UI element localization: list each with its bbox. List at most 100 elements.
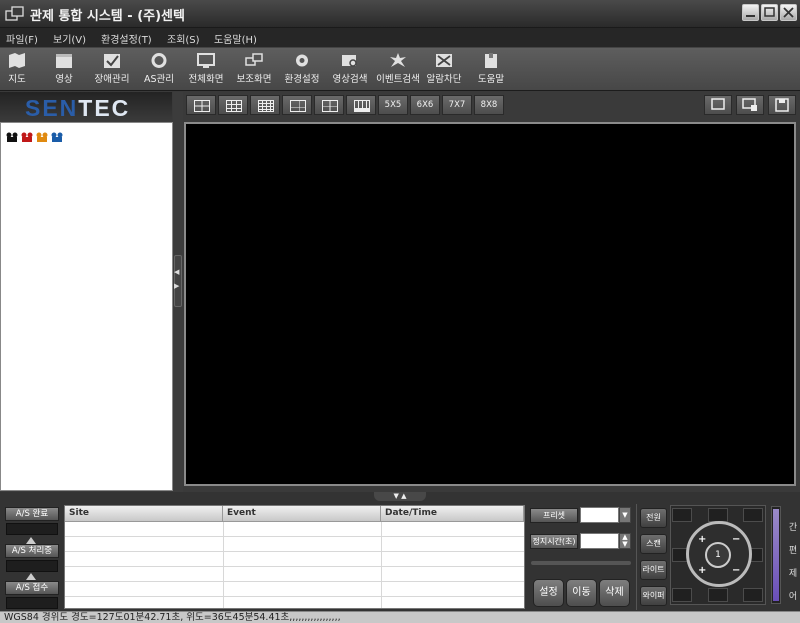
toolbar-fault-button[interactable]: 장애관리: [93, 50, 131, 88]
toolbar-as-button[interactable]: AS관리: [142, 50, 176, 88]
table-row[interactable]: [65, 537, 524, 552]
dwell-time-input[interactable]: [580, 533, 619, 549]
column-divider: [381, 522, 382, 608]
ptz-light-button[interactable]: 라이트: [640, 560, 667, 580]
ptz-scan-button[interactable]: 스캔: [640, 534, 667, 554]
layout-2x2-button[interactable]: [186, 95, 216, 115]
toolbar-event-search-button[interactable]: 이벤트검색: [374, 50, 422, 88]
collapse-down-icon: ▼ ▲: [393, 492, 407, 500]
preset-select[interactable]: [580, 507, 619, 523]
splitter-handle[interactable]: [174, 255, 182, 307]
device-tree-panel[interactable]: [0, 122, 173, 491]
layout-1p12-button[interactable]: [346, 95, 376, 115]
maximize-button[interactable]: [761, 4, 778, 21]
toolbar-label: 환경설정: [284, 74, 320, 85]
layout-3x3-button[interactable]: [218, 95, 248, 115]
dwell-time-label: 정지시간(초): [530, 534, 578, 549]
monitor-icon: [711, 98, 725, 110]
toolbar-map-button[interactable]: 지도: [2, 50, 32, 88]
layout-7x7-button[interactable]: 7X7: [442, 95, 472, 115]
maximize-icon: [764, 7, 775, 17]
window-title: 관제 통합 시스템 - (주)센텍: [30, 9, 185, 24]
layout-8x8-button[interactable]: 8X8: [474, 95, 504, 115]
preset-set-button[interactable]: 설정: [533, 579, 564, 607]
column-header-site[interactable]: Site: [65, 506, 223, 522]
ptz-wiper-button[interactable]: 와이퍼: [640, 586, 667, 606]
column-header-datetime[interactable]: Date/Time: [381, 506, 524, 522]
toolbar-config-button[interactable]: 환경설정: [282, 50, 322, 88]
zoom-out-icon[interactable]: −: [732, 534, 740, 545]
table-row[interactable]: [65, 522, 524, 537]
menu-help[interactable]: 도움말(H): [214, 31, 257, 46]
menu-search[interactable]: 조회(S): [167, 31, 200, 46]
table-row[interactable]: [65, 567, 524, 582]
map-icon: [9, 53, 25, 68]
toolbar-label: 영상: [55, 74, 73, 85]
zoom-in-icon[interactable]: +: [698, 534, 706, 545]
alarm-off-icon: [436, 54, 452, 67]
layout-1p7-button[interactable]: [314, 95, 344, 115]
layout-5x5-button[interactable]: 5X5: [378, 95, 408, 115]
sentec-logo: SENTEC: [25, 95, 130, 122]
camera-icon[interactable]: [35, 132, 49, 143]
minimize-button[interactable]: [742, 4, 759, 21]
toolbar-label: AS관리: [143, 74, 174, 85]
toolbar-subscreen-button[interactable]: 보조화면: [234, 50, 274, 88]
dual-monitor-icon: [245, 53, 263, 66]
focus-out-icon[interactable]: −: [732, 565, 740, 576]
table-row[interactable]: [65, 552, 524, 567]
ptz-center-button[interactable]: 1: [705, 542, 731, 568]
burst-icon: [390, 53, 406, 67]
toolbar-video-search-button[interactable]: 영상검색: [330, 50, 370, 88]
refresh-icon: [151, 53, 167, 68]
focus-in-icon[interactable]: +: [698, 565, 706, 576]
ptz-down-button[interactable]: [708, 588, 728, 602]
ptz-up-button[interactable]: [708, 508, 728, 522]
camera-icon[interactable]: [50, 132, 64, 143]
camera-icon[interactable]: [20, 132, 34, 143]
table-row[interactable]: [65, 582, 524, 597]
menu-settings[interactable]: 환경설정(T): [101, 31, 152, 46]
ptz-power-button[interactable]: 전원: [640, 508, 667, 528]
ptz-down-left-button[interactable]: [672, 588, 692, 602]
menu-file[interactable]: 파일(F): [6, 31, 38, 46]
layout-1p5-button[interactable]: [282, 95, 312, 115]
preset-delete-button[interactable]: 삭제: [599, 579, 630, 607]
chevron-down-icon: ▼: [622, 511, 628, 519]
toolbar-label: 장애관리: [94, 74, 130, 85]
dwell-time-stepper[interactable]: ▲ ▼: [619, 533, 631, 549]
video-display[interactable]: [184, 122, 796, 486]
layout-4x4-button[interactable]: [250, 95, 280, 115]
save-button[interactable]: [768, 95, 796, 115]
preset-dropdown-button[interactable]: ▼: [619, 507, 631, 523]
event-table[interactable]: Site Event Date/Time: [64, 505, 525, 609]
preset-slider[interactable]: [531, 561, 631, 565]
toolbar-alarm-block-button[interactable]: 알람차단: [424, 50, 464, 88]
close-button[interactable]: [780, 4, 797, 21]
divider: [636, 504, 637, 610]
menu-view[interactable]: 보기(V): [53, 31, 86, 46]
save-icon: [775, 98, 789, 112]
splitter-toggle[interactable]: ▼ ▲: [374, 492, 426, 501]
camera-icon[interactable]: [5, 132, 19, 143]
ptz-up-left-button[interactable]: [672, 508, 692, 522]
vertical-label-char: 편: [788, 546, 798, 556]
toolbar-video-button[interactable]: 영상: [49, 50, 79, 88]
as-received-button[interactable]: A/S 접수: [5, 581, 59, 595]
ptz-down-right-button[interactable]: [743, 588, 763, 602]
help-book-icon: [485, 53, 497, 68]
toolbar-label: 영상검색: [332, 74, 368, 85]
layout-6x6-button[interactable]: 6X6: [410, 95, 440, 115]
capture-button[interactable]: [736, 95, 764, 115]
toolbar-fullscreen-button[interactable]: 전체화면: [186, 50, 226, 88]
preset-move-button[interactable]: 이동: [566, 579, 597, 607]
gear-icon: [296, 54, 308, 67]
column-header-event[interactable]: Event: [223, 506, 381, 522]
as-done-button[interactable]: A/S 완료: [5, 507, 59, 521]
logo-text-2: TEC: [78, 95, 131, 121]
status-bar: WGS84 경위도 경도=127도01분42.71초, 위도=36도45분54.…: [0, 611, 800, 623]
ptz-up-right-button[interactable]: [743, 508, 763, 522]
toolbar-help-button[interactable]: 도움말: [474, 50, 508, 88]
as-processing-button[interactable]: A/S 처리중: [5, 544, 59, 558]
monitor-view-button[interactable]: [704, 95, 732, 115]
